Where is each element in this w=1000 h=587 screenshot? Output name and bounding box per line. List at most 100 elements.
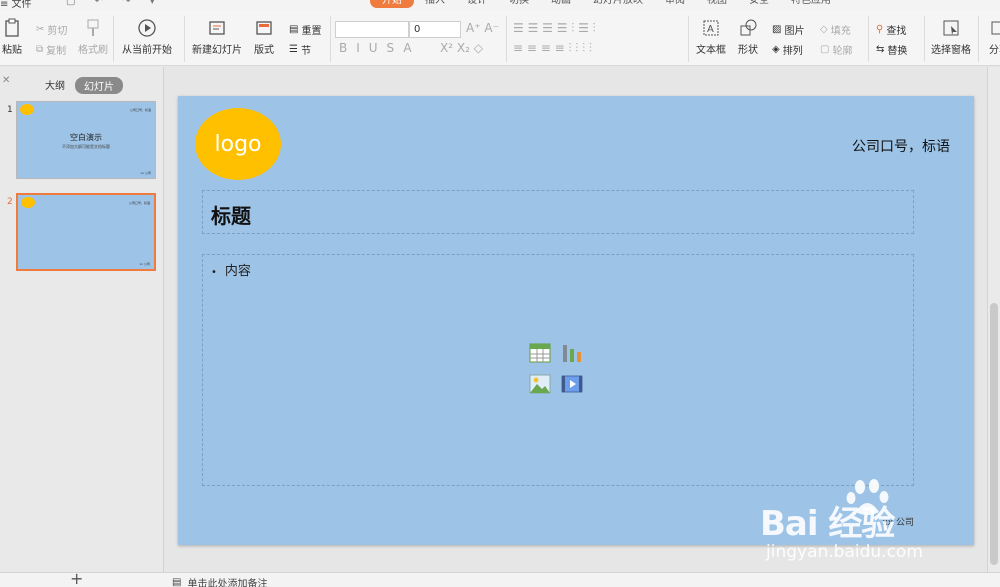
scissors-icon: ✂ [36,24,45,35]
insert-video-icon[interactable] [561,374,583,394]
share-button[interactable]: 分享 [984,18,1000,56]
select-pane-icon [943,20,959,36]
divider [184,16,185,62]
font-name-select[interactable] [335,21,409,38]
notes-bar: + ▤ 单击此处添加备注 [0,569,1000,587]
section-label: 节 [300,46,311,57]
tab-outline[interactable]: 大纲 [45,77,65,92]
slide-thumbnail-2[interactable]: 公司口号，标语 xx 公司 [16,193,156,271]
ribbon-tabs: 开始 插入 设计 切换 动画 幻灯片放映 审阅 视图 安全 特色应用 [370,0,842,8]
file-menu[interactable]: ≡ 文件 [0,0,32,10]
tab-review[interactable]: 审阅 [654,0,696,8]
tab-view[interactable]: 视图 [696,0,738,8]
replace-label: 替换 [887,46,908,57]
new-slide-button[interactable]: 新建幻灯片 [192,18,242,56]
outline-label: 轮廓 [832,46,853,57]
text-box-button[interactable]: A 文本框 [696,18,726,56]
collapse-panel-icon[interactable]: ✕ [2,75,10,86]
arrange-label: 排列 [782,46,803,57]
fill-icon: ◇ [820,24,828,35]
paste-label: 粘贴 [2,45,22,56]
divider [978,16,979,62]
quick-access-icons[interactable]: ▢ ↶ ↷ ▾ [66,0,163,7]
replace-icon: ⇆ [876,44,885,55]
align-icons[interactable]: ≡ ≡ ≡ ≡ ⫶ ⫶ ⫶ ⫶ [513,41,592,56]
content-placeholder[interactable]: • 内容 [202,254,914,486]
play-icon [138,19,156,37]
list-icons[interactable]: ☰ ☰ ☰ ☰ ⫶ ☰ ⫶ [513,21,596,36]
copy-button[interactable]: ⧉ 复制 [36,42,66,57]
watermark-brand: Bai 经验 [760,504,895,544]
section-icon: ☰ [289,44,298,55]
arrange-button[interactable]: ◈ 排列 [772,42,803,57]
logo-shape[interactable]: logo [195,108,281,180]
layout-button[interactable]: 版式 [254,18,274,56]
fill-label: 填充 [830,26,851,37]
text-format-icons[interactable]: BIUSA [339,41,421,55]
search-icon: ⚲ [876,24,884,35]
thumb-logo [20,104,34,115]
tab-features[interactable]: 特色应用 [780,0,842,8]
tab-security[interactable]: 安全 [738,0,780,8]
thumb-title: 空白演示 [70,133,102,142]
scrollbar-thumb[interactable] [990,303,998,565]
outline-icon: ▢ [820,44,830,55]
notes-placeholder: 单击此处添加备注 [187,579,268,587]
add-slide-icon[interactable]: + [70,569,83,587]
play-from-current-button[interactable]: 从当前开始 [122,18,172,56]
cut-button[interactable]: ✂ 剪切 [36,22,67,37]
insert-picture-icon[interactable] [529,374,551,394]
picture-icon: ▨ [772,24,782,35]
replace-button[interactable]: ⇆ 替换 [876,42,907,57]
shape-label: 形状 [738,45,758,56]
tab-slideshow[interactable]: 幻灯片放映 [582,0,654,8]
brush-icon [87,19,99,36]
tab-design[interactable]: 设计 [456,0,498,8]
paste-button[interactable]: 粘贴 [2,18,22,56]
text-box-icon: A [703,20,719,36]
title-placeholder[interactable]: 标题 [202,190,914,234]
fill-button[interactable]: ◇ 填充 [820,22,851,37]
shape-button[interactable]: 形状 [738,18,758,56]
reset-label: 重置 [301,26,322,37]
format-painter-button[interactable]: 格式刷 [78,18,108,56]
reset-button[interactable]: ▤ 重置 [289,22,321,37]
font-size-select[interactable]: 0 [409,21,461,38]
select-pane-button[interactable]: 选择窗格 [931,18,971,56]
tab-slides[interactable]: 幻灯片 [75,77,123,94]
notes-area[interactable]: ▤ 单击此处添加备注 [172,575,267,587]
find-button[interactable]: ⚲ 查找 [876,22,906,37]
thumb-footer: xx 公司 [140,171,151,175]
slide-number: 2 [7,197,13,207]
find-label: 查找 [886,26,907,37]
thumb-footer: xx 公司 [139,262,150,266]
picture-button[interactable]: ▨ 图片 [772,22,804,37]
increase-font-icon[interactable]: A⁺ A⁻ [466,21,499,35]
bullet-text: 内容 [224,264,251,279]
play-from-current-label: 从当前开始 [122,45,172,56]
insert-chart-icon[interactable] [561,343,583,363]
insert-table-icon[interactable] [529,343,551,363]
outline-button[interactable]: ▢ 轮廓 [820,42,852,57]
section-button[interactable]: ☰ 节 [289,42,311,57]
slogan-text[interactable]: 公司口号，标语 [852,136,950,156]
slide-thumbnail-1[interactable]: 公司口号，标语 空白演示 不添加大纲可能是文档标题 xx 公司 [16,101,156,179]
share-label: 分享 [989,45,1000,56]
tab-transition[interactable]: 切换 [498,0,540,8]
superscript-icon[interactable]: X² X₂ ◇ [440,41,483,55]
shape-icon [740,19,757,36]
thumb-logo [21,197,35,208]
copy-label: 复制 [46,46,67,57]
tab-home[interactable]: 开始 [370,0,414,8]
tab-animation[interactable]: 动画 [540,0,582,8]
menu-bar: ≡ 文件 ▢ ↶ ↷ ▾ 开始 插入 设计 切换 动画 幻灯片放映 审阅 视图 … [0,0,1000,10]
slides-panel: ✕ 大纲 幻灯片 1 公司口号，标语 空白演示 不添加大纲可能是文档标题 xx … [0,67,164,572]
title-text: 标题 [211,204,251,228]
thumb-subtitle: 不添加大纲可能是文档标题 [62,144,110,149]
format-painter-label: 格式刷 [78,45,108,56]
cut-label: 剪切 [47,26,68,37]
tab-insert[interactable]: 插入 [414,0,456,8]
watermark-url: jingyan.baidu.com [766,542,923,562]
ribbon-toolbar: 粘贴 ✂ 剪切 ⧉ 复制 格式刷 从当前开始 新建幻灯片 版式 ▤ 重置 ☰ 节 0 A… [0,10,1000,66]
copy-icon: ⧉ [36,44,44,55]
